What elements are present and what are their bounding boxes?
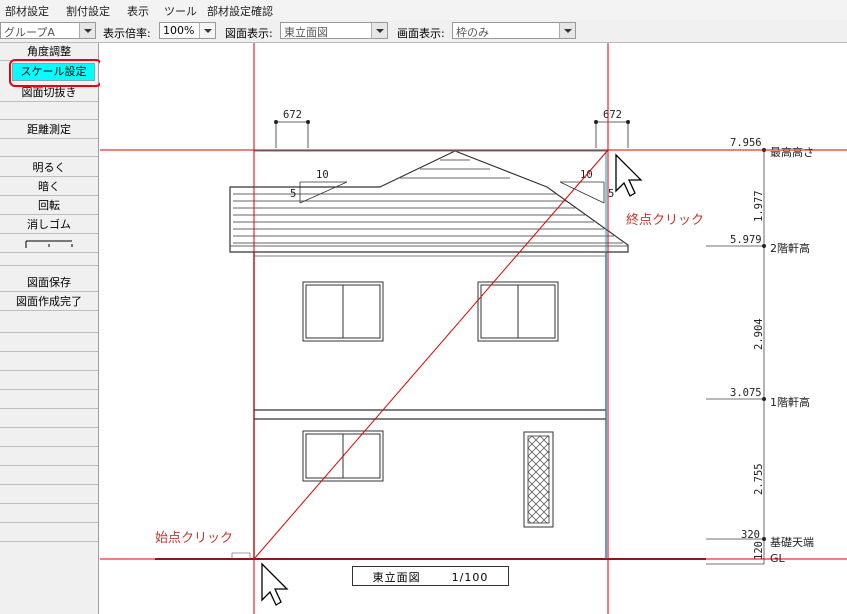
divider xyxy=(0,408,98,409)
dimension-right xyxy=(595,121,629,148)
span-upper: 1.977 xyxy=(753,190,765,222)
zoom-label: 表示倍率: xyxy=(103,27,151,40)
dimension-left-value: 672 xyxy=(283,109,302,121)
level-point xyxy=(762,397,766,401)
divider xyxy=(0,156,98,157)
divider xyxy=(0,522,98,523)
toolbar: グループA 表示倍率: 100% 図面表示: 東立面図 画面表示: 枠のみ xyxy=(0,20,847,43)
zoom-select[interactable]: 100% xyxy=(159,22,216,39)
dimension-left xyxy=(275,121,309,148)
level-value-gl: 120 xyxy=(753,541,765,560)
chevron-down-icon[interactable] xyxy=(199,23,215,38)
roof xyxy=(229,150,629,253)
level-label-2f: 2階軒高 xyxy=(770,241,810,255)
divider xyxy=(0,427,98,428)
level-value-foundation: 320 xyxy=(741,529,760,541)
cursor-arrow-icon xyxy=(261,562,289,606)
window-upper-right xyxy=(477,281,559,342)
dim-point xyxy=(306,120,310,124)
menu-bar: 部材設定 割付設定 表示 ツール 部材設定確認 xyxy=(0,0,847,20)
screen-select[interactable]: 枠のみ xyxy=(452,22,576,39)
menu-parts-settings[interactable]: 部材設定 xyxy=(5,3,49,19)
view-select-value: 東立面図 xyxy=(284,26,328,39)
cursor-arrow-icon xyxy=(615,153,643,197)
chevron-down-icon[interactable] xyxy=(559,23,575,38)
end-click-annotation: 終点クリック xyxy=(626,213,705,228)
divider xyxy=(0,265,98,266)
level-value-1f: 3.075 xyxy=(730,387,762,399)
brighten-button[interactable]: 明るく xyxy=(0,159,98,177)
callout-highlight-box xyxy=(9,59,102,87)
view-label: 図面表示: xyxy=(225,27,273,40)
dim-point xyxy=(626,120,630,124)
zoom-select-value: 100% xyxy=(163,24,195,37)
group-select-value: グループA xyxy=(4,26,55,39)
darken-button[interactable]: 暗く xyxy=(0,178,98,196)
drawing-title: 東立面図 1/100 xyxy=(353,569,508,585)
eraser-size-slider[interactable] xyxy=(0,235,98,253)
start-click-annotation: 始点クリック xyxy=(155,531,234,546)
menu-view[interactable]: 表示 xyxy=(127,3,149,19)
divider xyxy=(0,351,98,352)
divider xyxy=(0,332,98,333)
level-point xyxy=(762,244,766,248)
divider xyxy=(0,465,98,466)
view-select[interactable]: 東立面図 xyxy=(280,22,388,39)
pitch-rise-label: 5 xyxy=(290,188,296,200)
screen-label: 画面表示: xyxy=(397,27,445,40)
menu-parts-confirm[interactable]: 部材設定確認 xyxy=(207,3,273,19)
level-label-foundation: 基礎天端 xyxy=(770,536,814,549)
level-value-max: 7.956 xyxy=(730,137,762,149)
level-value-2f: 5.979 xyxy=(730,234,762,246)
level-label-max: 最高高さ xyxy=(770,145,814,159)
divider xyxy=(0,119,98,120)
divider xyxy=(0,484,98,485)
drawing-title-name: 東立面図 xyxy=(372,571,421,584)
pitch-marker-right xyxy=(559,181,605,204)
slider-track-icon xyxy=(25,240,73,248)
span-lower: 2.755 xyxy=(753,463,765,495)
menu-tools[interactable]: ツール xyxy=(164,3,197,19)
tool-sidebar: 角度調整 スケール設定 図面切抜き 距離測定 明るく 暗く 回転 消しゴム 図面… xyxy=(0,43,99,614)
save-drawing-button[interactable]: 図面保存 xyxy=(0,274,98,292)
lattice-window xyxy=(523,431,554,528)
drawing-scale: 1/100 xyxy=(451,571,489,584)
level-point xyxy=(762,537,766,541)
measure-distance-button[interactable]: 距離測定 xyxy=(0,121,98,139)
dim-point xyxy=(274,120,278,124)
pitch-run-label: 10 xyxy=(316,169,329,181)
drawing-title-box: 東立面図 1/100 xyxy=(352,566,509,586)
level-label-1f: 1階軒高 xyxy=(770,395,810,409)
finish-drawing-button[interactable]: 図面作成完了 xyxy=(0,293,98,311)
chevron-down-icon[interactable] xyxy=(79,23,95,38)
window-upper-left xyxy=(302,281,384,342)
divider xyxy=(0,541,98,542)
pitch-rise-label-right: 5 xyxy=(608,188,614,200)
divider xyxy=(0,389,98,390)
span-middle: 2.904 xyxy=(753,318,765,350)
menu-layout-settings[interactable]: 割付設定 xyxy=(66,3,110,19)
chevron-down-icon[interactable] xyxy=(371,23,387,38)
rotate-button[interactable]: 回転 xyxy=(0,197,98,215)
eraser-button[interactable]: 消しゴム xyxy=(0,216,98,234)
group-select[interactable]: グループA xyxy=(0,22,96,39)
dimension-right-value: 672 xyxy=(603,109,622,121)
screen-select-value: 枠のみ xyxy=(456,26,489,39)
divider xyxy=(0,446,98,447)
divider xyxy=(0,370,98,371)
divider xyxy=(0,503,98,504)
dim-point xyxy=(594,120,598,124)
